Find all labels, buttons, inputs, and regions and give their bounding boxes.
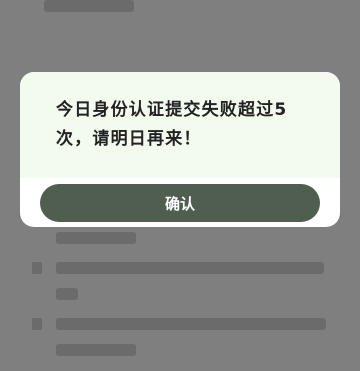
alert-dialog: 今日身份认证提交失败超过5次，请明日再来！ 确认 [20,72,340,227]
dialog-message: 今日身份认证提交失败超过5次，请明日再来！ [56,100,288,149]
confirm-button[interactable]: 确认 [40,184,320,222]
dialog-message-area: 今日身份认证提交失败超过5次，请明日再来！ [20,72,340,178]
